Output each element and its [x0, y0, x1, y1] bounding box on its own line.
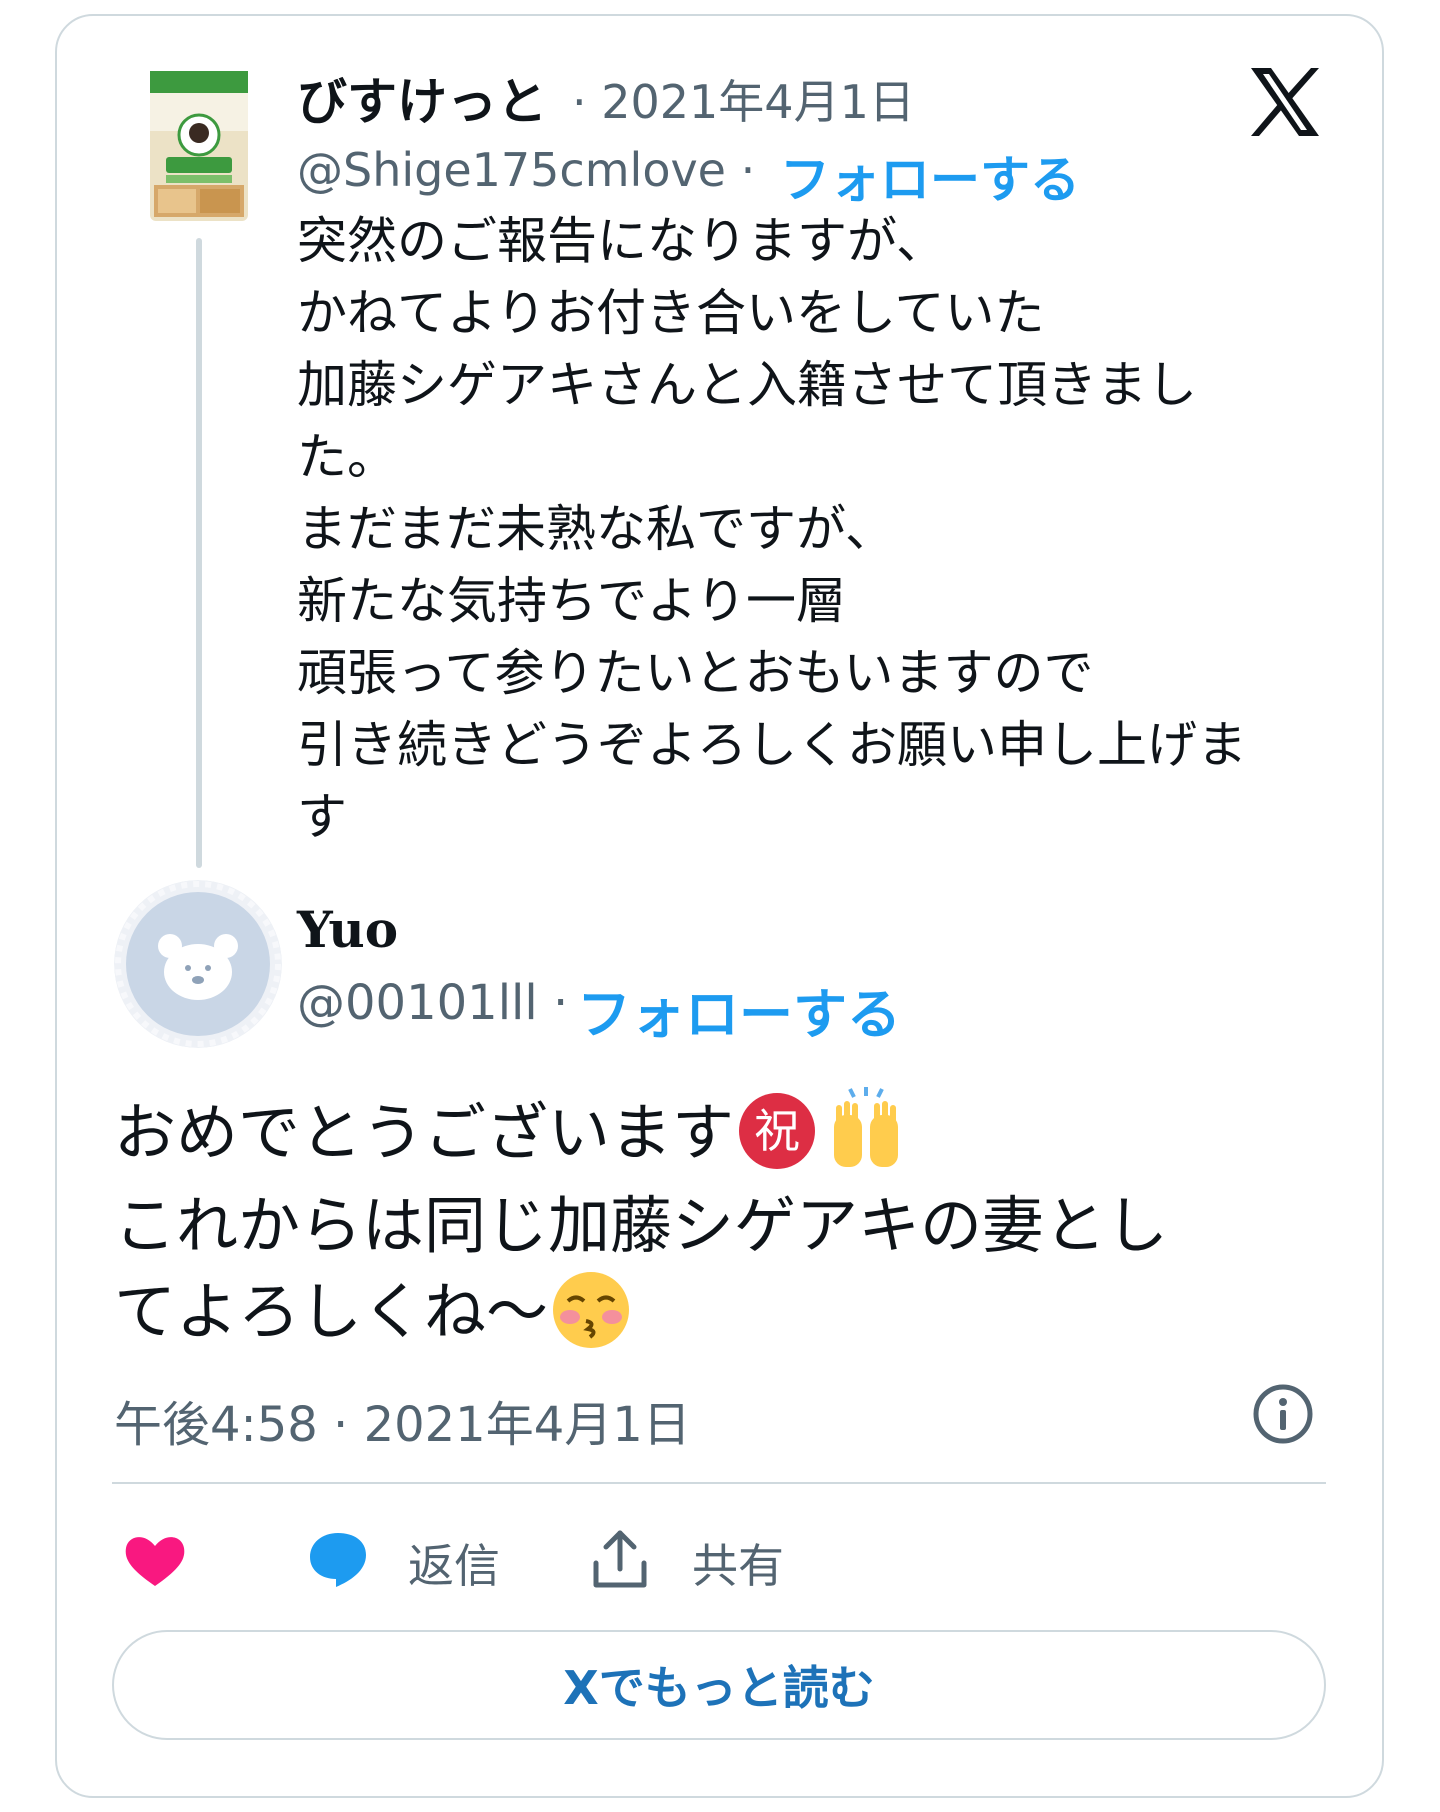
tweet-line: す — [297, 788, 347, 846]
follow-button-quoted[interactable]: フォローする — [780, 140, 1080, 212]
celebrate-emoji-glyph: 祝 — [754, 1104, 800, 1158]
reply-tweet-text: おめでとうございます 祝 これからは同じ加藤シゲアキの妻とし てよろしくね〜 — [114, 1086, 1354, 1359]
share-upload-icon[interactable] — [590, 1527, 650, 1591]
tweet-line: 加藤シゲアキさんと入籍させて頂きまし — [297, 356, 1197, 414]
quoted-handle-text[interactable]: @Shige175cmlove — [297, 143, 726, 197]
reply-handle[interactable]: @00101lll · — [297, 975, 568, 1031]
tweet-line-text: てよろしくね〜 — [114, 1274, 549, 1348]
quoted-tweet-text: 突然のご報告になりますが、 かねてよりお付き合いをしていた 加藤シゲアキさんと入… — [297, 205, 1337, 853]
snack-box-avatar-icon — [144, 63, 254, 228]
reply-display-name[interactable]: Yuo — [297, 900, 398, 959]
kissing-face-emoji-icon — [553, 1271, 630, 1348]
follow-button-reply[interactable]: フォローする — [577, 970, 901, 1049]
read-more-on-x-button[interactable]: Xでもっと読む — [112, 1630, 1326, 1740]
thread-connector-line — [196, 238, 202, 868]
tweet-line: まだまだ未熟な私ですが、 — [297, 500, 895, 558]
quoted-handle[interactable]: @Shige175cmlove · — [297, 143, 755, 197]
tweet-line: かねてよりお付き合いをしていた — [297, 284, 1045, 342]
avatar-reply-user[interactable] — [114, 880, 282, 1048]
divider — [112, 1482, 1326, 1484]
reply-button-label[interactable]: 返信 — [408, 1530, 500, 1596]
celebrate-emoji-icon: 祝 — [739, 1092, 816, 1169]
reply-handle-text[interactable]: @00101lll — [297, 975, 538, 1031]
reply-bubble-icon[interactable] — [306, 1527, 370, 1591]
quoted-display-name[interactable]: びすけっと — [297, 62, 547, 134]
tweet-line: これからは同じ加藤シゲアキの妻とし — [114, 1188, 1169, 1262]
share-button-label[interactable]: 共有 — [692, 1530, 784, 1596]
tweet-line: 引き続きどうぞよろしくお願い申し上げま — [297, 716, 1247, 774]
tweet-line: 頑張って参りたいとおもいますので — [297, 644, 1094, 702]
tweet-line: てよろしくね〜 — [114, 1269, 1354, 1359]
raised-hands-emoji-icon — [834, 1086, 899, 1167]
tweet-timestamp[interactable]: 午後4:58 · 2021年4月1日 — [114, 1385, 691, 1455]
x-logo-icon[interactable] — [1245, 62, 1325, 142]
avatar-quoted-user[interactable] — [144, 63, 254, 228]
separator-dot: · — [552, 975, 569, 1031]
info-icon[interactable] — [1252, 1383, 1314, 1445]
tweet-line: 突然のご報告になりますが、 — [297, 212, 946, 270]
tweet-line: 新たな気持ちでより一層 — [297, 572, 846, 630]
quoted-tweet-date[interactable]: · 2021年4月1日 — [572, 66, 915, 132]
like-heart-icon[interactable] — [122, 1530, 188, 1590]
tweet-line: おめでとうございます 祝 — [114, 1086, 1354, 1183]
bear-plush-avatar-icon — [114, 880, 282, 1048]
tweet-line: た。 — [297, 428, 397, 486]
tweet-line-text: おめでとうございます — [114, 1096, 735, 1169]
separator-dot: · — [740, 143, 756, 197]
